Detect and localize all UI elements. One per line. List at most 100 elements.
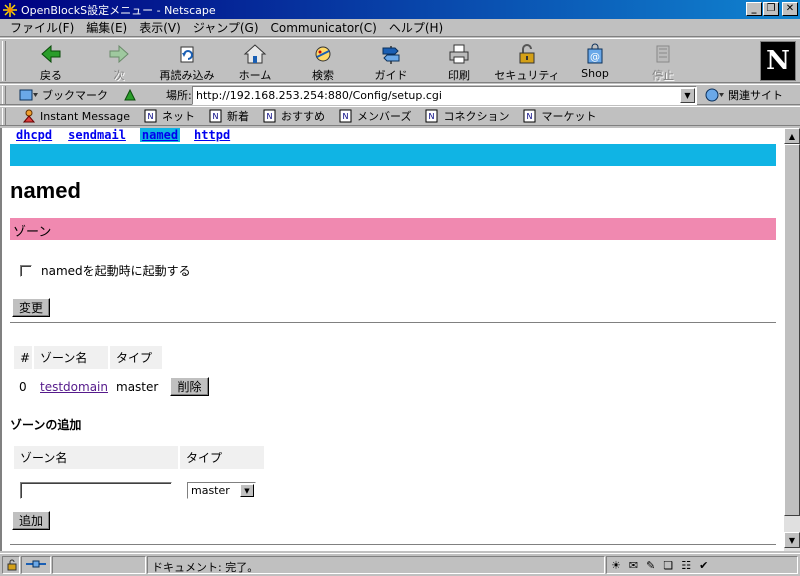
svg-text:N: N bbox=[429, 112, 435, 121]
title-bar: OpenBlockS設定メニュー - Netscape _ ❐ ✕ bbox=[0, 0, 800, 19]
personal-item-recommended[interactable]: N おすすめ bbox=[263, 108, 325, 124]
zone-name-input[interactable] bbox=[20, 482, 172, 499]
security-button[interactable]: セキュリティ bbox=[494, 41, 560, 82]
toolbar-grip[interactable] bbox=[2, 108, 6, 125]
navigator-icon[interactable]: ☀ bbox=[611, 559, 621, 572]
forward-button[interactable]: 次 bbox=[86, 41, 152, 82]
progress-meter bbox=[52, 556, 146, 574]
shop-button[interactable]: @ Shop bbox=[562, 41, 628, 81]
location-label: 場所: bbox=[166, 88, 192, 102]
bookmark-page-icon: N bbox=[523, 109, 536, 123]
status-bar: ドキュメント: 完了。 ☀ ✉ ✎ ❏ ☷ ✔ bbox=[0, 553, 800, 576]
print-button[interactable]: 印刷 bbox=[426, 41, 492, 82]
add-button[interactable]: 追加 bbox=[12, 511, 50, 530]
window-title: OpenBlockS設定メニュー - Netscape bbox=[21, 3, 216, 17]
addressbook-icon[interactable]: ☷ bbox=[681, 559, 691, 572]
netscape-n-icon: N bbox=[766, 46, 790, 76]
padlock-icon bbox=[519, 44, 535, 64]
netscape-app-icon[interactable] bbox=[2, 2, 18, 18]
menu-communicator[interactable]: Communicator(C) bbox=[265, 21, 383, 35]
personal-item-connection[interactable]: N コネクション bbox=[425, 108, 509, 124]
zone-row-type: master bbox=[116, 380, 159, 394]
scroll-down-button[interactable]: ▼ bbox=[784, 532, 800, 548]
close-button[interactable]: ✕ bbox=[782, 2, 798, 16]
reload-button[interactable]: 再読み込み bbox=[154, 41, 220, 82]
scrollbar-thumb[interactable] bbox=[784, 144, 800, 516]
page-proxy-icon[interactable] bbox=[122, 87, 138, 103]
vertical-scrollbar[interactable]: ▲ ▼ bbox=[784, 128, 800, 551]
tab-httpd[interactable]: httpd bbox=[192, 128, 232, 142]
printer-icon bbox=[449, 44, 469, 64]
bookmark-page-icon: N bbox=[425, 109, 438, 123]
connection-status bbox=[21, 556, 51, 574]
security-status[interactable] bbox=[2, 556, 20, 574]
reload-icon bbox=[180, 46, 194, 63]
tab-underline-bar bbox=[10, 144, 776, 166]
zone-row-name-link[interactable]: testdomain bbox=[40, 380, 108, 394]
location-toolbar: ブックマーク 場所: http://192.168.253.254:880/Co… bbox=[0, 84, 800, 105]
menu-edit[interactable]: 編集(E) bbox=[80, 19, 133, 36]
scroll-up-button[interactable]: ▲ bbox=[784, 128, 800, 144]
tab-dhcpd[interactable]: dhcpd bbox=[14, 128, 54, 142]
personal-item-instant-message[interactable]: Instant Message bbox=[22, 109, 130, 123]
personal-item-new[interactable]: N 新着 bbox=[209, 108, 249, 124]
personal-item-members[interactable]: N メンバーズ bbox=[339, 108, 411, 124]
toolbar-grip[interactable] bbox=[2, 86, 6, 104]
related-sites-icon bbox=[705, 88, 724, 102]
netscape-logo[interactable]: N bbox=[760, 41, 796, 81]
related-sites-button[interactable]: 関連サイト bbox=[704, 87, 783, 103]
home-button[interactable]: ホーム bbox=[222, 41, 288, 82]
mail-icon[interactable]: ✉ bbox=[629, 559, 638, 572]
bookmarks-button[interactable]: ブックマーク bbox=[18, 87, 108, 103]
padlock-icon bbox=[7, 559, 17, 571]
divider bbox=[10, 322, 776, 324]
personal-item-net[interactable]: N ネット bbox=[144, 108, 195, 124]
bookmark-page-icon: N bbox=[144, 109, 157, 123]
page-content: dhcpd sendmail named httpd named ゾーン nam… bbox=[0, 128, 784, 551]
svg-text:N: N bbox=[343, 112, 349, 121]
guide-signpost-icon bbox=[382, 46, 400, 64]
location-dropdown-button[interactable]: ▼ bbox=[680, 88, 695, 103]
svg-text:N: N bbox=[148, 112, 154, 121]
bookmark-page-icon: N bbox=[263, 109, 276, 123]
component-bar: ☀ ✉ ✎ ❏ ☷ ✔ bbox=[606, 556, 798, 574]
svg-text:@: @ bbox=[590, 52, 600, 63]
select-dropdown-button[interactable]: ▼ bbox=[240, 484, 254, 497]
menu-help[interactable]: ヘルプ(H) bbox=[383, 19, 449, 36]
personal-item-market[interactable]: N マーケット bbox=[523, 108, 596, 124]
restore-icon: ❐ bbox=[766, 3, 776, 14]
navigation-toolbar: 戻る 次 再読み込み ホーム 検索 ガイド 印刷 セキュリティ @ Shop 停… bbox=[0, 38, 800, 83]
minimize-button[interactable]: _ bbox=[746, 2, 762, 16]
zone-section-header: ゾーン bbox=[10, 218, 776, 240]
menu-view[interactable]: 表示(V) bbox=[133, 19, 187, 36]
add-table-header-name: ゾーン名 bbox=[14, 446, 178, 469]
back-button[interactable]: 戻る bbox=[18, 41, 84, 82]
change-button[interactable]: 変更 bbox=[12, 298, 50, 317]
bookmarks-icon bbox=[19, 89, 38, 100]
guide-button[interactable]: ガイド bbox=[358, 41, 424, 82]
check-icon[interactable]: ✔ bbox=[699, 559, 708, 572]
location-url-field[interactable]: http://192.168.253.254:880/Config/setup.… bbox=[192, 86, 697, 105]
stop-icon bbox=[656, 45, 670, 63]
zone-table-header-type: タイプ bbox=[110, 346, 162, 369]
menu-go[interactable]: ジャンプ(G) bbox=[187, 19, 265, 36]
menu-file[interactable]: ファイル(F) bbox=[4, 19, 80, 36]
home-icon bbox=[243, 44, 267, 64]
tab-sendmail[interactable]: sendmail bbox=[66, 128, 128, 142]
start-on-boot-checkbox[interactable] bbox=[20, 264, 32, 277]
tab-named[interactable]: named bbox=[139, 128, 181, 142]
network-plug-icon bbox=[26, 560, 46, 568]
composer-icon[interactable]: ❏ bbox=[663, 559, 673, 572]
svg-text:N: N bbox=[213, 112, 219, 121]
search-button[interactable]: 検索 bbox=[290, 41, 356, 82]
bookmark-page-icon: N bbox=[209, 109, 222, 123]
personal-toolbar: Instant Message N ネット N 新着 N おすすめ N メンバー… bbox=[0, 106, 800, 126]
menu-bar: ファイル(F) 編集(E) 表示(V) ジャンプ(G) Communicator… bbox=[0, 19, 800, 37]
maximize-button[interactable]: ❐ bbox=[763, 2, 779, 16]
toolbar-grip[interactable] bbox=[2, 41, 6, 81]
discussion-icon[interactable]: ✎ bbox=[646, 559, 655, 572]
stop-button[interactable]: 停止 bbox=[630, 41, 696, 82]
status-text: ドキュメント: 完了。 bbox=[147, 556, 605, 574]
zone-type-select[interactable]: master ▼ bbox=[187, 482, 256, 499]
delete-zone-button[interactable]: 削除 bbox=[170, 377, 209, 396]
